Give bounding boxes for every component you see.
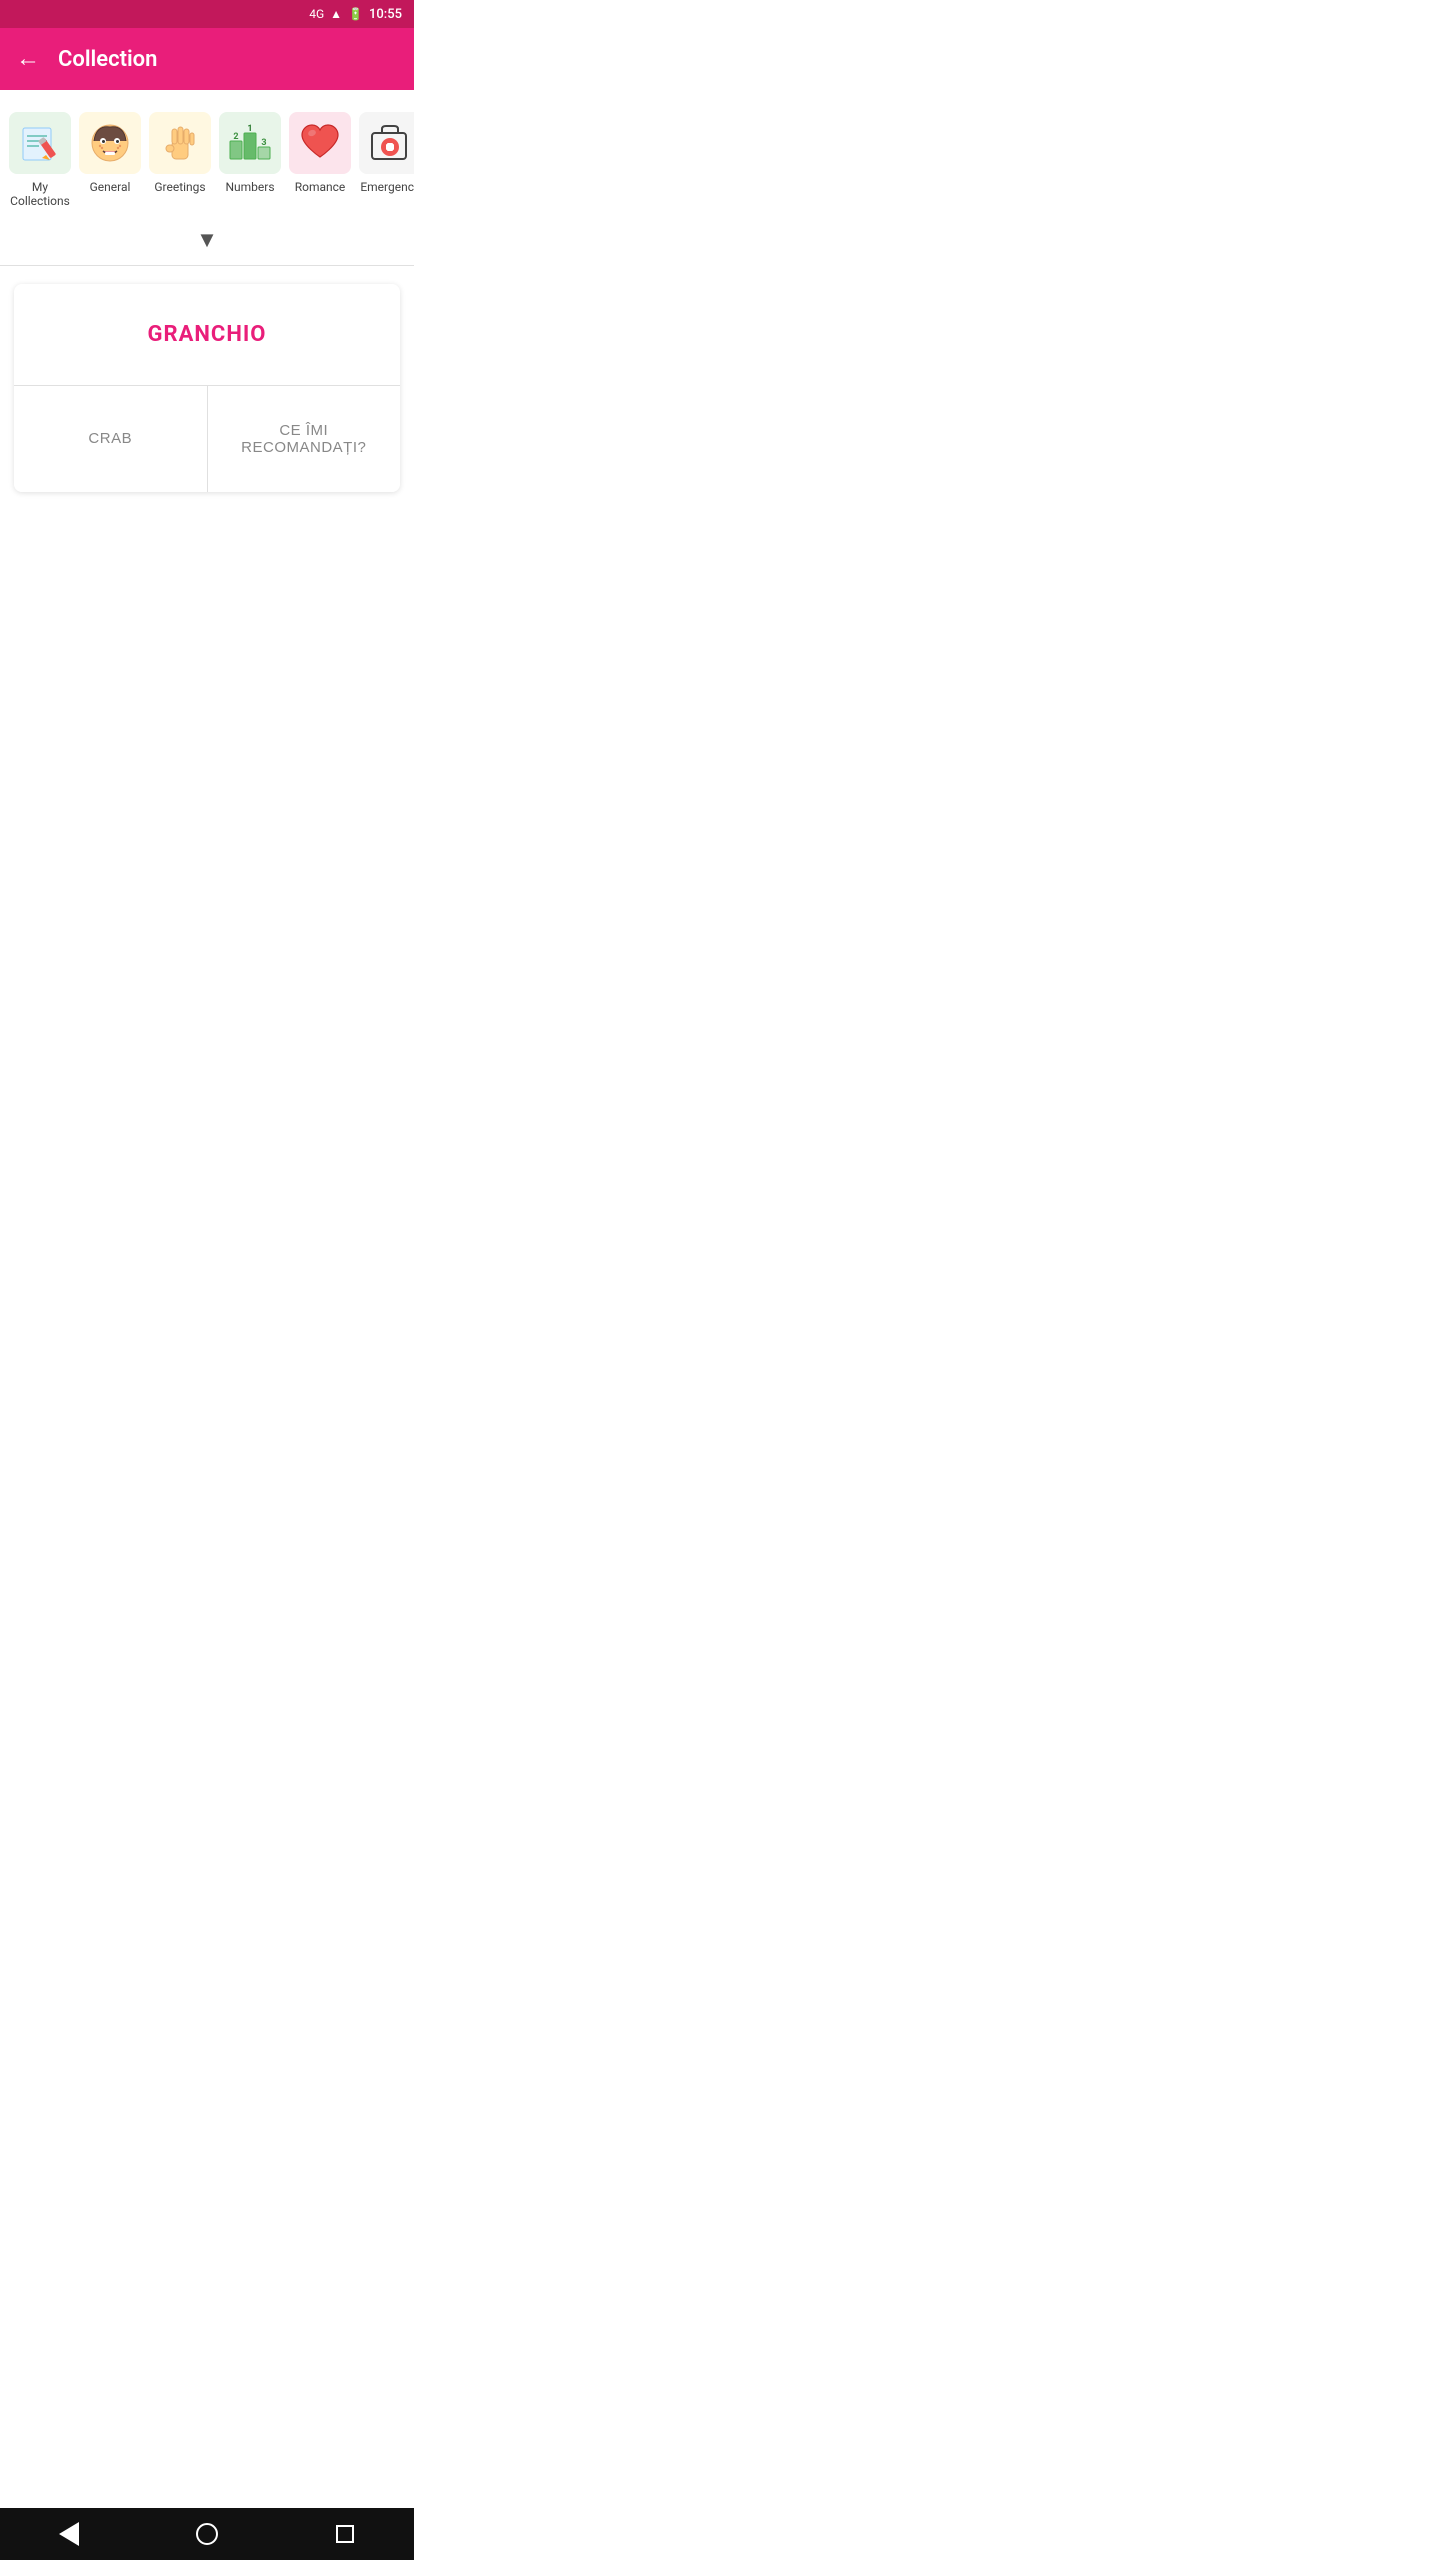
answer-right-button[interactable]: CE ÎMI RECOMANDAȚI? <box>208 386 401 492</box>
numbers-icon: 2 1 3 <box>219 112 281 174</box>
numbers-label: Numbers <box>225 180 274 194</box>
answer-left-button[interactable]: CRAB <box>14 386 208 492</box>
bottom-nav <box>0 2508 414 2560</box>
app-bar: ← Collection <box>0 28 414 90</box>
nav-back-button[interactable] <box>43 2508 95 2560</box>
greetings-label: Greetings <box>154 180 205 194</box>
chevron-row[interactable]: ▼ <box>0 221 414 265</box>
svg-text:2: 2 <box>233 132 238 142</box>
expand-chevron-icon[interactable]: ▼ <box>196 227 218 253</box>
svg-text:1: 1 <box>247 124 252 134</box>
back-triangle-icon <box>59 2522 79 2546</box>
flashcard-area: GRANCHIO CRAB CE ÎMI RECOMANDAȚI? <box>0 266 414 492</box>
page-title: Collection <box>58 47 157 72</box>
flashcard-word: GRANCHIO <box>14 284 400 386</box>
svg-text:3: 3 <box>261 138 266 148</box>
category-item-emergency[interactable]: Emergency <box>356 108 414 198</box>
status-bar: 4G ▲ 🔋 10:55 <box>0 0 414 28</box>
category-item-numbers[interactable]: 2 1 3 Numbers <box>216 108 284 198</box>
time-display: 10:55 <box>369 7 402 22</box>
network-icon: 4G <box>309 7 324 21</box>
signal-icon: ▲ <box>330 7 342 21</box>
emergency-icon <box>359 112 414 174</box>
general-label: General <box>90 180 131 194</box>
category-item-general[interactable]: General <box>76 108 144 198</box>
category-item-my-collections[interactable]: My Collections <box>6 108 74 213</box>
romance-label: Romance <box>295 180 346 194</box>
battery-icon: 🔋 <box>348 7 363 21</box>
recent-square-icon <box>336 2525 354 2543</box>
category-bar: My Collections <box>0 90 414 221</box>
romance-icon <box>289 112 351 174</box>
greetings-icon <box>149 112 211 174</box>
emergency-label: Emergency <box>360 180 414 194</box>
general-icon <box>79 112 141 174</box>
nav-recent-button[interactable] <box>319 2508 371 2560</box>
my-collections-label: My Collections <box>10 180 70 209</box>
category-item-romance[interactable]: Romance <box>286 108 354 198</box>
category-item-greetings[interactable]: Greetings <box>146 108 214 198</box>
flashcard: GRANCHIO CRAB CE ÎMI RECOMANDAȚI? <box>14 284 400 492</box>
my-collections-icon <box>9 112 71 174</box>
flashcard-answers: CRAB CE ÎMI RECOMANDAȚI? <box>14 386 400 492</box>
back-button[interactable]: ← <box>16 47 40 71</box>
home-circle-icon <box>196 2523 218 2545</box>
nav-home-button[interactable] <box>181 2508 233 2560</box>
